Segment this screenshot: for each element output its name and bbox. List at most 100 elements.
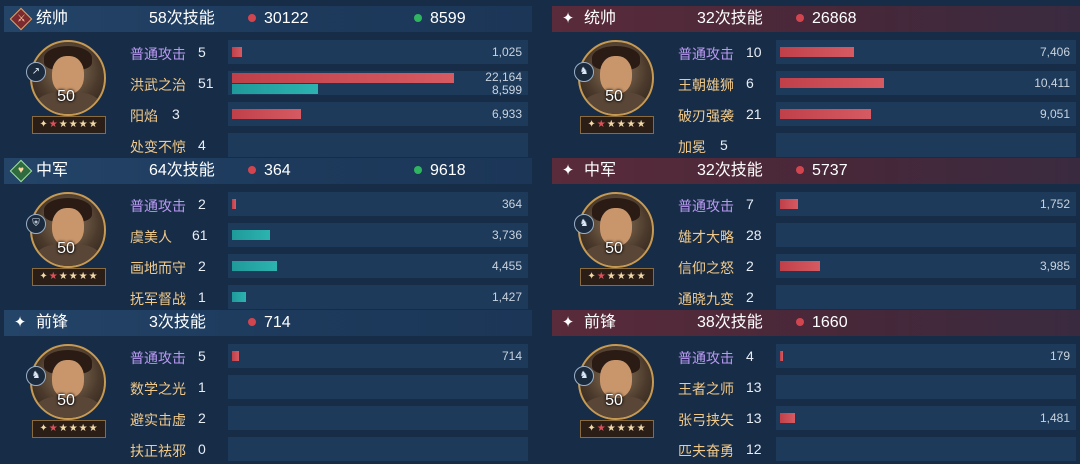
general-portrait[interactable]: 50 ✦★★★★★ ⛨ bbox=[26, 190, 108, 290]
skill-times: 13 bbox=[746, 379, 762, 395]
skill-times: 28 bbox=[746, 227, 762, 243]
bar-track bbox=[776, 285, 1076, 309]
skill-row[interactable]: 普通攻击 7 1,752 bbox=[672, 190, 1076, 218]
bar-track bbox=[776, 192, 1076, 216]
skill-times: 61 bbox=[192, 227, 208, 243]
skill-row[interactable]: 通晓九变 2 bbox=[672, 283, 1076, 311]
damage-bar bbox=[780, 47, 855, 57]
spark-icon: ✦ bbox=[561, 162, 575, 179]
heal-dot-icon bbox=[414, 14, 422, 22]
spark-icon: ✦ bbox=[561, 314, 575, 331]
skill-name: 破刃强袭 bbox=[678, 108, 734, 124]
skill-row[interactable]: 虞美人 61 3,736 bbox=[124, 221, 528, 249]
general-portrait[interactable]: 50 ✦★★★★★ ♞ bbox=[574, 342, 656, 442]
star-rating: ✦★★★★★ bbox=[32, 420, 106, 438]
skill-row[interactable]: 雄才大略 28 bbox=[672, 221, 1076, 249]
star-icon: ★ bbox=[596, 119, 607, 130]
star-icon: ✦ bbox=[587, 119, 597, 130]
skill-row[interactable]: 加冕 5 bbox=[672, 131, 1076, 159]
skill-row[interactable]: 匹夫奋勇 12 bbox=[672, 435, 1076, 463]
horse-icon: ♞ bbox=[574, 214, 594, 234]
skill-row[interactable]: 破刃强袭 21 9,051 bbox=[672, 100, 1076, 128]
total-damage: 30122 bbox=[248, 6, 309, 32]
skill-row[interactable]: 信仰之怒 2 3,985 bbox=[672, 252, 1076, 280]
damage-bar bbox=[232, 351, 240, 361]
damage-bar bbox=[780, 413, 795, 423]
spark-icon: ✦ bbox=[13, 314, 27, 331]
general-level: 50 bbox=[57, 240, 75, 257]
skill-row[interactable]: 扶正祛邪 0 bbox=[124, 435, 528, 463]
skill-row[interactable]: 张弓挟矢 13 1,481 bbox=[672, 404, 1076, 432]
skill-row[interactable]: 洪武之治 51 22,164 8,599 bbox=[124, 69, 528, 97]
skill-row[interactable]: 王朝雄狮 6 10,411 bbox=[672, 69, 1076, 97]
skill-row[interactable]: 抚军督战 1 1,427 bbox=[124, 283, 528, 311]
skill-name: 王者之师 bbox=[678, 381, 734, 397]
star-icon: ✦ bbox=[39, 271, 49, 282]
skill-name: 通晓九变 bbox=[678, 291, 734, 307]
skill-name: 画地而守 bbox=[130, 260, 186, 276]
general-portrait[interactable]: 50 ✦★★★★★ ♞ bbox=[574, 38, 656, 138]
heart-icon: ♥ bbox=[9, 159, 33, 183]
star-icon: ★ bbox=[596, 271, 607, 282]
damage-dot-icon bbox=[796, 318, 804, 326]
horse-icon: ♞ bbox=[574, 366, 594, 386]
battle-stats-screen: ⚔ 统帅 58次技能 30122 8599 50 ✦★★★★★ ↗ 普通攻击 5 1,025 洪武之治… bbox=[0, 0, 1080, 464]
skill-name: 王朝雄狮 bbox=[678, 77, 734, 93]
role-label: 前锋 bbox=[584, 314, 617, 331]
general-portrait[interactable]: 50 ✦★★★★★ ♞ bbox=[26, 342, 108, 442]
horse-icon: ♞ bbox=[574, 62, 594, 82]
skill-row[interactable]: 普通攻击 5 1,025 bbox=[124, 38, 528, 66]
skill-times: 5 bbox=[198, 348, 206, 364]
star-icon: ✦ bbox=[39, 423, 49, 434]
heal-bar bbox=[232, 84, 319, 94]
bar-track bbox=[776, 133, 1076, 157]
spark-icon: ✦ bbox=[561, 10, 575, 27]
left-front-panel: ✦ 前锋 3次技能 714 50 ✦★★★★★ ♞ 普通攻击 5 714 数学之光 1 避实击虚 2 扶正祛… bbox=[4, 310, 532, 462]
skill-row[interactable]: 阳焰 3 6,933 bbox=[124, 100, 528, 128]
skill-row[interactable]: 普通攻击 4 179 bbox=[672, 342, 1076, 370]
horse-icon: ♞ bbox=[26, 366, 46, 386]
skill-row[interactable]: 避实击虚 2 bbox=[124, 404, 528, 432]
skill-times: 21 bbox=[746, 106, 762, 122]
general-portrait[interactable]: 50 ✦★★★★★ ↗ bbox=[26, 38, 108, 138]
star-icon: ★ bbox=[48, 423, 59, 434]
general-portrait[interactable]: 50 ✦★★★★★ ♞ bbox=[574, 190, 656, 290]
bar-track bbox=[228, 223, 528, 247]
skill-row[interactable]: 处变不惊 4 bbox=[124, 131, 528, 159]
total-heal: 9618 bbox=[414, 158, 466, 184]
general-level: 50 bbox=[57, 392, 75, 409]
total-damage-value: 714 bbox=[264, 314, 291, 331]
star-icon: ✦ bbox=[587, 423, 597, 434]
right-vanguard-mid-panel: ✦ 中军 32次技能 5737 50 ✦★★★★★ ♞ 普通攻击 7 1,752 雄才大略 28 信仰之… bbox=[552, 158, 1080, 310]
skill-name: 洪武之治 bbox=[130, 77, 186, 93]
bar-track bbox=[228, 406, 528, 430]
damage-dot-icon bbox=[248, 318, 256, 326]
total-heal: 8599 bbox=[414, 6, 466, 32]
skill-count: 32次技能 bbox=[697, 10, 763, 27]
skill-times: 5 bbox=[720, 137, 728, 153]
star-icon: ✦ bbox=[39, 119, 49, 130]
skill-row[interactable]: 王者之师 13 bbox=[672, 373, 1076, 401]
skill-name: 加冕 bbox=[678, 139, 706, 155]
skill-name: 抚军督战 bbox=[130, 291, 186, 307]
general-header: ✦ 统帅 32次技能 26868 bbox=[552, 6, 1080, 32]
skill-row[interactable]: 普通攻击 2 364 bbox=[124, 190, 528, 218]
damage-bar bbox=[780, 109, 871, 119]
damage-value: 22,164 bbox=[485, 70, 522, 84]
skill-row[interactable]: 普通攻击 5 714 bbox=[124, 342, 528, 370]
skill-times: 2 bbox=[198, 258, 206, 274]
damage-dot-icon bbox=[248, 166, 256, 174]
skill-row[interactable]: 普通攻击 10 7,406 bbox=[672, 38, 1076, 66]
skill-row[interactable]: 数学之光 1 bbox=[124, 373, 528, 401]
total-damage-value: 30122 bbox=[264, 10, 309, 27]
skill-name: 雄才大略 bbox=[678, 229, 734, 245]
shield-icon: ⛨ bbox=[26, 214, 46, 234]
star-rating: ✦★★★★★ bbox=[32, 116, 106, 134]
bar-track bbox=[228, 192, 528, 216]
damage-bar bbox=[780, 78, 885, 88]
skill-count: 64次技能 bbox=[149, 162, 215, 179]
total-damage-value: 5737 bbox=[812, 162, 848, 179]
skill-row[interactable]: 画地而守 2 4,455 bbox=[124, 252, 528, 280]
bar-track bbox=[228, 285, 528, 309]
role-label: 统帅 bbox=[36, 10, 69, 27]
